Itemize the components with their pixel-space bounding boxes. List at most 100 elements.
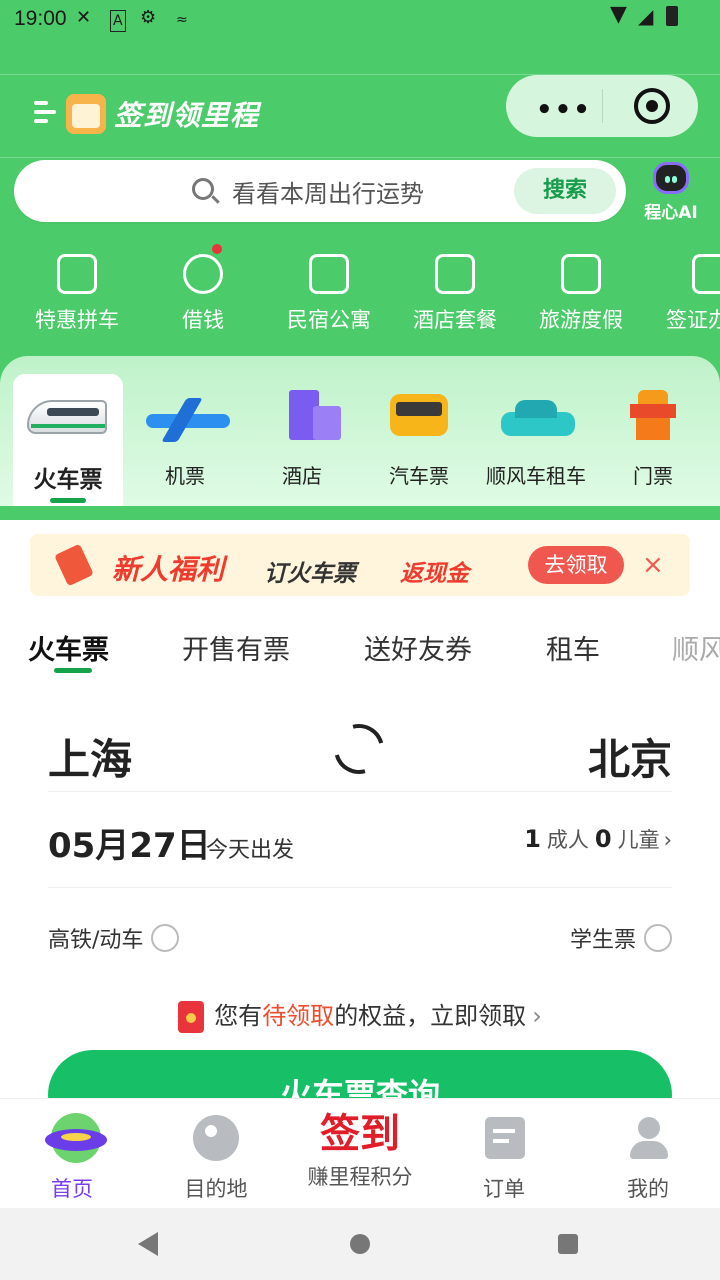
status-bar: 19:00 ✕ A ⚙ ≈ ▼ ◢: [0, 0, 720, 36]
student-label: 学生票: [569, 928, 636, 953]
quick-nav-item[interactable]: 签证办: [644, 240, 720, 334]
date-passenger-row: 05月27日 今天出发 1 成人 0 儿童 ›: [48, 810, 672, 888]
departure-date[interactable]: 05月27日: [48, 818, 211, 867]
font-a-icon: A: [110, 10, 126, 32]
quick-nav-item[interactable]: 借钱: [140, 240, 266, 334]
benefit-suffix: 的权益，立即领取: [334, 1002, 527, 1030]
back-icon[interactable]: [138, 1232, 158, 1256]
car-icon: [491, 390, 581, 444]
chevron-right-icon: ›: [532, 1002, 542, 1030]
ai-label: 程心AI: [644, 203, 698, 223]
quick-nav-label: 旅游度假: [539, 308, 623, 332]
arrival-city[interactable]: 北京: [588, 726, 672, 787]
close-miniapp-icon[interactable]: [634, 88, 670, 124]
building-icon: [435, 254, 475, 294]
quick-nav-item[interactable]: 民宿公寓: [266, 240, 392, 334]
nav-label: 目的地: [184, 1177, 248, 1201]
chevron-right-icon: ›: [663, 828, 672, 852]
signal-icon: ◢: [638, 4, 654, 28]
home-icon[interactable]: [350, 1234, 370, 1254]
passport-icon: [692, 254, 720, 294]
tools-icon: ✕: [76, 7, 92, 28]
sync-icon: ≈: [176, 12, 188, 28]
ticket-options: 高铁/动车 学生票: [48, 918, 672, 958]
mountain-icon: [561, 254, 601, 294]
system-nav-bar: [0, 1208, 720, 1280]
tab-rideshare[interactable]: 顺风车: [672, 628, 720, 667]
more-icon[interactable]: •••: [536, 95, 592, 125]
benefit-prefix: 您有: [214, 1002, 263, 1030]
quick-nav-label: 特惠拼车: [35, 308, 119, 332]
category-label: 顺风车租车: [486, 464, 586, 488]
close-icon[interactable]: ×: [642, 550, 664, 580]
nav-home[interactable]: 首页: [0, 1099, 144, 1209]
tab-on-sale[interactable]: 开售有票: [182, 628, 290, 667]
benefit-highlight: 待领取: [262, 1002, 335, 1030]
sub-tabs: 火车票 开售有票 送好友券 租车 顺风车: [0, 620, 720, 676]
recents-icon[interactable]: [558, 1234, 578, 1254]
red-envelope-icon: [178, 1001, 205, 1033]
red-packet-icon: [54, 543, 94, 587]
miniapp-capsule: •••: [506, 75, 698, 137]
globe-icon: [191, 1113, 241, 1163]
nav-label: 赚里程积分: [307, 1165, 413, 1189]
departure-city[interactable]: 上海: [48, 726, 132, 787]
benefit-link[interactable]: 您有待领取的权益，立即领取 ›: [0, 996, 720, 1033]
bus-icon: [374, 390, 464, 444]
swap-icon[interactable]: [324, 714, 394, 784]
claim-button[interactable]: 去领取: [528, 546, 624, 584]
active-indicator: [50, 498, 86, 503]
nav-destination[interactable]: 目的地: [144, 1099, 288, 1209]
category-train[interactable]: 火车票: [13, 374, 123, 506]
car-share-icon: [57, 254, 97, 294]
search-bar[interactable]: 看看本周出行运势 搜索: [14, 160, 626, 222]
child-count: 0: [594, 825, 612, 853]
wifi-icon: ▼: [610, 2, 627, 27]
quick-nav-item[interactable]: 旅游度假: [518, 240, 644, 334]
category-panel: 火车票 机票 酒店 汽车票 顺风车租车 门票: [0, 356, 720, 506]
quick-nav: 特惠拼车 借钱 民宿公寓 酒店套餐 旅游度假 签证办: [0, 240, 720, 340]
order-icon: [479, 1113, 529, 1163]
settings-icon: ⚙: [140, 7, 157, 28]
student-option[interactable]: 学生票: [570, 922, 672, 954]
quick-nav-item[interactable]: 特惠拼车: [14, 240, 140, 334]
search-placeholder: 看看本周出行运势: [232, 180, 424, 208]
train-icon: [23, 390, 113, 444]
quick-nav-label: 签证办: [666, 308, 720, 332]
search-button[interactable]: 搜索: [514, 168, 616, 214]
tab-rental[interactable]: 租车: [546, 628, 600, 667]
nav-orders[interactable]: 订单: [432, 1099, 576, 1209]
banner-subtitle: 订火车票: [264, 561, 356, 587]
brand[interactable]: 签到领里程: [34, 89, 259, 139]
plane-icon: [140, 390, 230, 444]
route-selector: 上海 北京: [48, 714, 672, 792]
temple-icon: [608, 390, 698, 444]
category-label: 门票: [633, 464, 673, 488]
nav-label: 订单: [483, 1177, 525, 1201]
hotel-icon: [257, 390, 347, 444]
nav-label: 首页: [51, 1177, 93, 1201]
quick-nav-item[interactable]: 酒店套餐: [392, 240, 518, 334]
high-speed-radio[interactable]: [151, 924, 180, 952]
category-bus[interactable]: 汽车票: [364, 374, 474, 506]
adult-count: 1: [524, 825, 541, 853]
nav-profile[interactable]: 我的: [576, 1099, 720, 1209]
high-speed-option[interactable]: 高铁/动车: [48, 922, 180, 954]
calendar-icon: [66, 94, 106, 134]
tab-train[interactable]: 火车票: [28, 628, 109, 667]
category-hotel[interactable]: 酒店: [247, 374, 357, 506]
quick-nav-label: 酒店套餐: [413, 308, 497, 332]
passenger-selector[interactable]: 1 成人 0 儿童 ›: [518, 824, 672, 854]
category-tickets[interactable]: 门票: [598, 374, 708, 506]
category-label: 机票: [165, 464, 205, 488]
promo-banner[interactable]: 新人福利 订火车票 返现金 去领取 ×: [30, 534, 690, 596]
nav-checkin[interactable]: 签到 赚里程积分: [288, 1099, 432, 1209]
robot-icon: [653, 162, 689, 194]
student-radio[interactable]: [644, 924, 672, 952]
house-icon: [309, 254, 349, 294]
category-flight[interactable]: 机票: [130, 374, 240, 506]
menu-icon: [34, 101, 56, 127]
tab-friend-coupon[interactable]: 送好友券: [364, 628, 472, 667]
category-rideshare[interactable]: 顺风车租车: [481, 374, 591, 506]
ai-assistant-button[interactable]: 程心AI: [636, 160, 706, 224]
